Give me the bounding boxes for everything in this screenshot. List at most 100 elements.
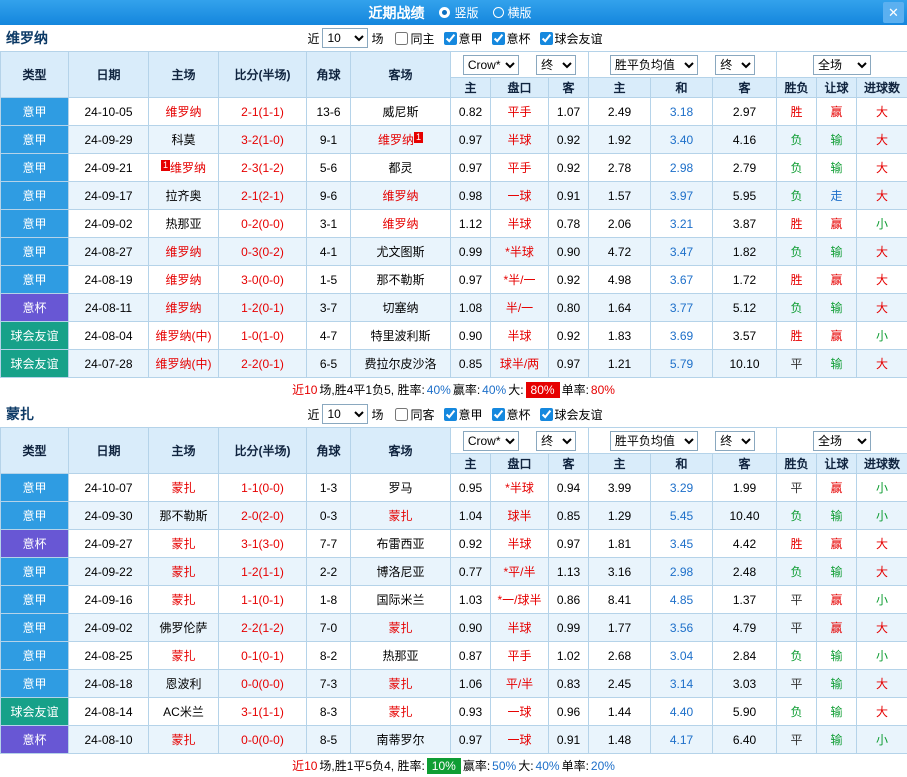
score-cell: 1-1(0-0) — [219, 474, 307, 502]
home-team-cell: AC米兰 — [149, 698, 219, 726]
match-count-select[interactable]: 10 — [322, 404, 368, 424]
handicap-cell: 半/一 — [491, 294, 549, 322]
result-cell: 平 — [777, 614, 817, 642]
match-row: 意甲24-09-29科莫3-2(1-0)9-1维罗纳10.97半球0.921.9… — [1, 126, 907, 154]
layout-radio-horizontal[interactable]: 横版 — [493, 4, 532, 21]
col-date: 日期 — [69, 52, 149, 98]
coppa-italia-input[interactable] — [492, 32, 505, 45]
close-button[interactable]: ✕ — [883, 2, 904, 23]
col-euro-draw: 和 — [651, 78, 713, 98]
club-friendly-input[interactable] — [540, 408, 553, 421]
euro-away-odds-cell: 1.37 — [713, 586, 777, 614]
same-venue-checkbox[interactable]: 同主 — [386, 30, 434, 47]
final-asian-select[interactable]: 终 — [536, 431, 576, 451]
team-label: 维罗纳(中) — [156, 329, 212, 343]
euro-home-odds-cell: 1.21 — [589, 350, 651, 378]
avg-odds-select[interactable]: 胜平负均值 — [610, 55, 698, 75]
euro-away-odds-cell: 5.90 — [713, 698, 777, 726]
asian-away-odds-cell: 1.07 — [549, 98, 589, 126]
corner-cell: 1-3 — [307, 474, 351, 502]
team-label: 蒙扎 — [388, 677, 412, 691]
summary-segment: 单率: — [562, 381, 589, 398]
serie-a-checkbox[interactable]: 意甲 — [435, 30, 483, 47]
away-team-cell: 威尼斯 — [351, 98, 451, 126]
section-header: 蒙扎 近 10 场 同客 意甲 意杯 球会友谊 — [0, 401, 907, 427]
col-goals: 进球数 — [857, 78, 907, 98]
team-label: 威尼斯 — [382, 105, 418, 119]
handicap-cell: 一球 — [491, 182, 549, 210]
team-label: 热那亚 — [165, 217, 201, 231]
euro-away-odds-cell: 1.99 — [713, 474, 777, 502]
scope-select[interactable]: 全场 — [813, 431, 871, 451]
asian-home-odds-cell: 0.97 — [451, 726, 491, 754]
team-label: 恩波利 — [165, 677, 201, 691]
euro-home-odds-cell: 3.99 — [589, 474, 651, 502]
games-label: 场 — [371, 406, 383, 423]
team-label: 热那亚 — [382, 649, 418, 663]
scope-select[interactable]: 全场 — [813, 55, 871, 75]
euro-odds-selectors: 胜平负均值 终 — [589, 52, 777, 78]
euro-draw-odds-cell: 3.56 — [651, 614, 713, 642]
date-cell: 24-09-22 — [69, 558, 149, 586]
final-euro-select[interactable]: 终 — [715, 55, 755, 75]
match-row: 意甲24-08-18恩波利0-0(0-0)7-3蒙扎1.06平/半0.832.4… — [1, 670, 907, 698]
league-type-cell: 意甲 — [1, 586, 69, 614]
asian-away-odds-cell: 0.92 — [549, 154, 589, 182]
summary-segment: 40% — [482, 383, 506, 397]
match-row: 意甲24-08-25蒙扎0-1(0-1)8-2热那亚0.87平手1.022.68… — [1, 642, 907, 670]
titlebar: 近期战绩 竖版 横版 ✕ — [0, 0, 907, 25]
corner-cell: 3-1 — [307, 210, 351, 238]
home-team-cell: 蒙扎 — [149, 558, 219, 586]
club-friendly-input[interactable] — [540, 32, 553, 45]
club-friendly-checkbox[interactable]: 球会友谊 — [531, 30, 603, 47]
serie-a-input[interactable] — [444, 32, 457, 45]
club-friendly-checkbox[interactable]: 球会友谊 — [531, 406, 603, 423]
serie-a-input[interactable] — [444, 408, 457, 421]
final-asian-select[interactable]: 终 — [536, 55, 576, 75]
match-count-select[interactable]: 10 — [322, 28, 368, 48]
coppa-italia-checkbox[interactable]: 意杯 — [483, 406, 531, 423]
serie-a-checkbox[interactable]: 意甲 — [435, 406, 483, 423]
col-corner: 角球 — [307, 428, 351, 474]
euro-draw-odds-cell: 5.79 — [651, 350, 713, 378]
handicap-result-cell: 输 — [817, 154, 857, 182]
score-cell: 0-0(0-0) — [219, 726, 307, 754]
bookmaker-select[interactable]: Crow* — [463, 55, 519, 75]
bookmaker-select[interactable]: Crow* — [463, 431, 519, 451]
handicap-result-cell: 赢 — [817, 210, 857, 238]
match-row: 意甲24-09-02热那亚0-2(0-0)3-1维罗纳1.12半球0.782.0… — [1, 210, 907, 238]
away-team-cell: 热那亚 — [351, 642, 451, 670]
asian-home-odds-cell: 0.98 — [451, 182, 491, 210]
league-type-cell: 意甲 — [1, 98, 69, 126]
score-cell: 1-2(1-1) — [219, 558, 307, 586]
layout-radio-vertical[interactable]: 竖版 — [439, 4, 478, 21]
coppa-italia-input[interactable] — [492, 408, 505, 421]
score-cell: 2-0(2-0) — [219, 502, 307, 530]
final-euro-select[interactable]: 终 — [715, 431, 755, 451]
league-type-cell: 意甲 — [1, 642, 69, 670]
coppa-italia-checkbox[interactable]: 意杯 — [483, 30, 531, 47]
team-label: 维罗纳 — [170, 161, 206, 175]
euro-home-odds-cell: 8.41 — [589, 586, 651, 614]
score-cell: 3-0(0-0) — [219, 266, 307, 294]
euro-away-odds-cell: 3.57 — [713, 322, 777, 350]
same-venue-input[interactable] — [395, 408, 408, 421]
euro-home-odds-cell: 4.98 — [589, 266, 651, 294]
summary-line: 近10场,胜4平1负5, 胜率:40% 赢率:40% 大: 80% 单率:80% — [0, 378, 907, 401]
team-label: 维罗纳 — [382, 189, 418, 203]
radio-vertical-label: 竖版 — [454, 4, 478, 21]
asian-away-odds-cell: 0.80 — [549, 294, 589, 322]
euro-home-odds-cell: 1.64 — [589, 294, 651, 322]
summary-segment: 大: — [518, 757, 533, 774]
checkbox-label: 意杯 — [507, 406, 531, 423]
handicap-result-cell: 赢 — [817, 474, 857, 502]
away-team-cell: 都灵 — [351, 154, 451, 182]
score-cell: 2-2(1-2) — [219, 614, 307, 642]
result-cell: 负 — [777, 126, 817, 154]
goals-cell: 大 — [857, 350, 907, 378]
avg-odds-select[interactable]: 胜平负均值 — [610, 431, 698, 451]
team-label: 南蒂罗尔 — [376, 733, 424, 747]
same-venue-input[interactable] — [395, 32, 408, 45]
same-venue-checkbox[interactable]: 同客 — [386, 406, 434, 423]
handicap-cell: 平手 — [491, 642, 549, 670]
